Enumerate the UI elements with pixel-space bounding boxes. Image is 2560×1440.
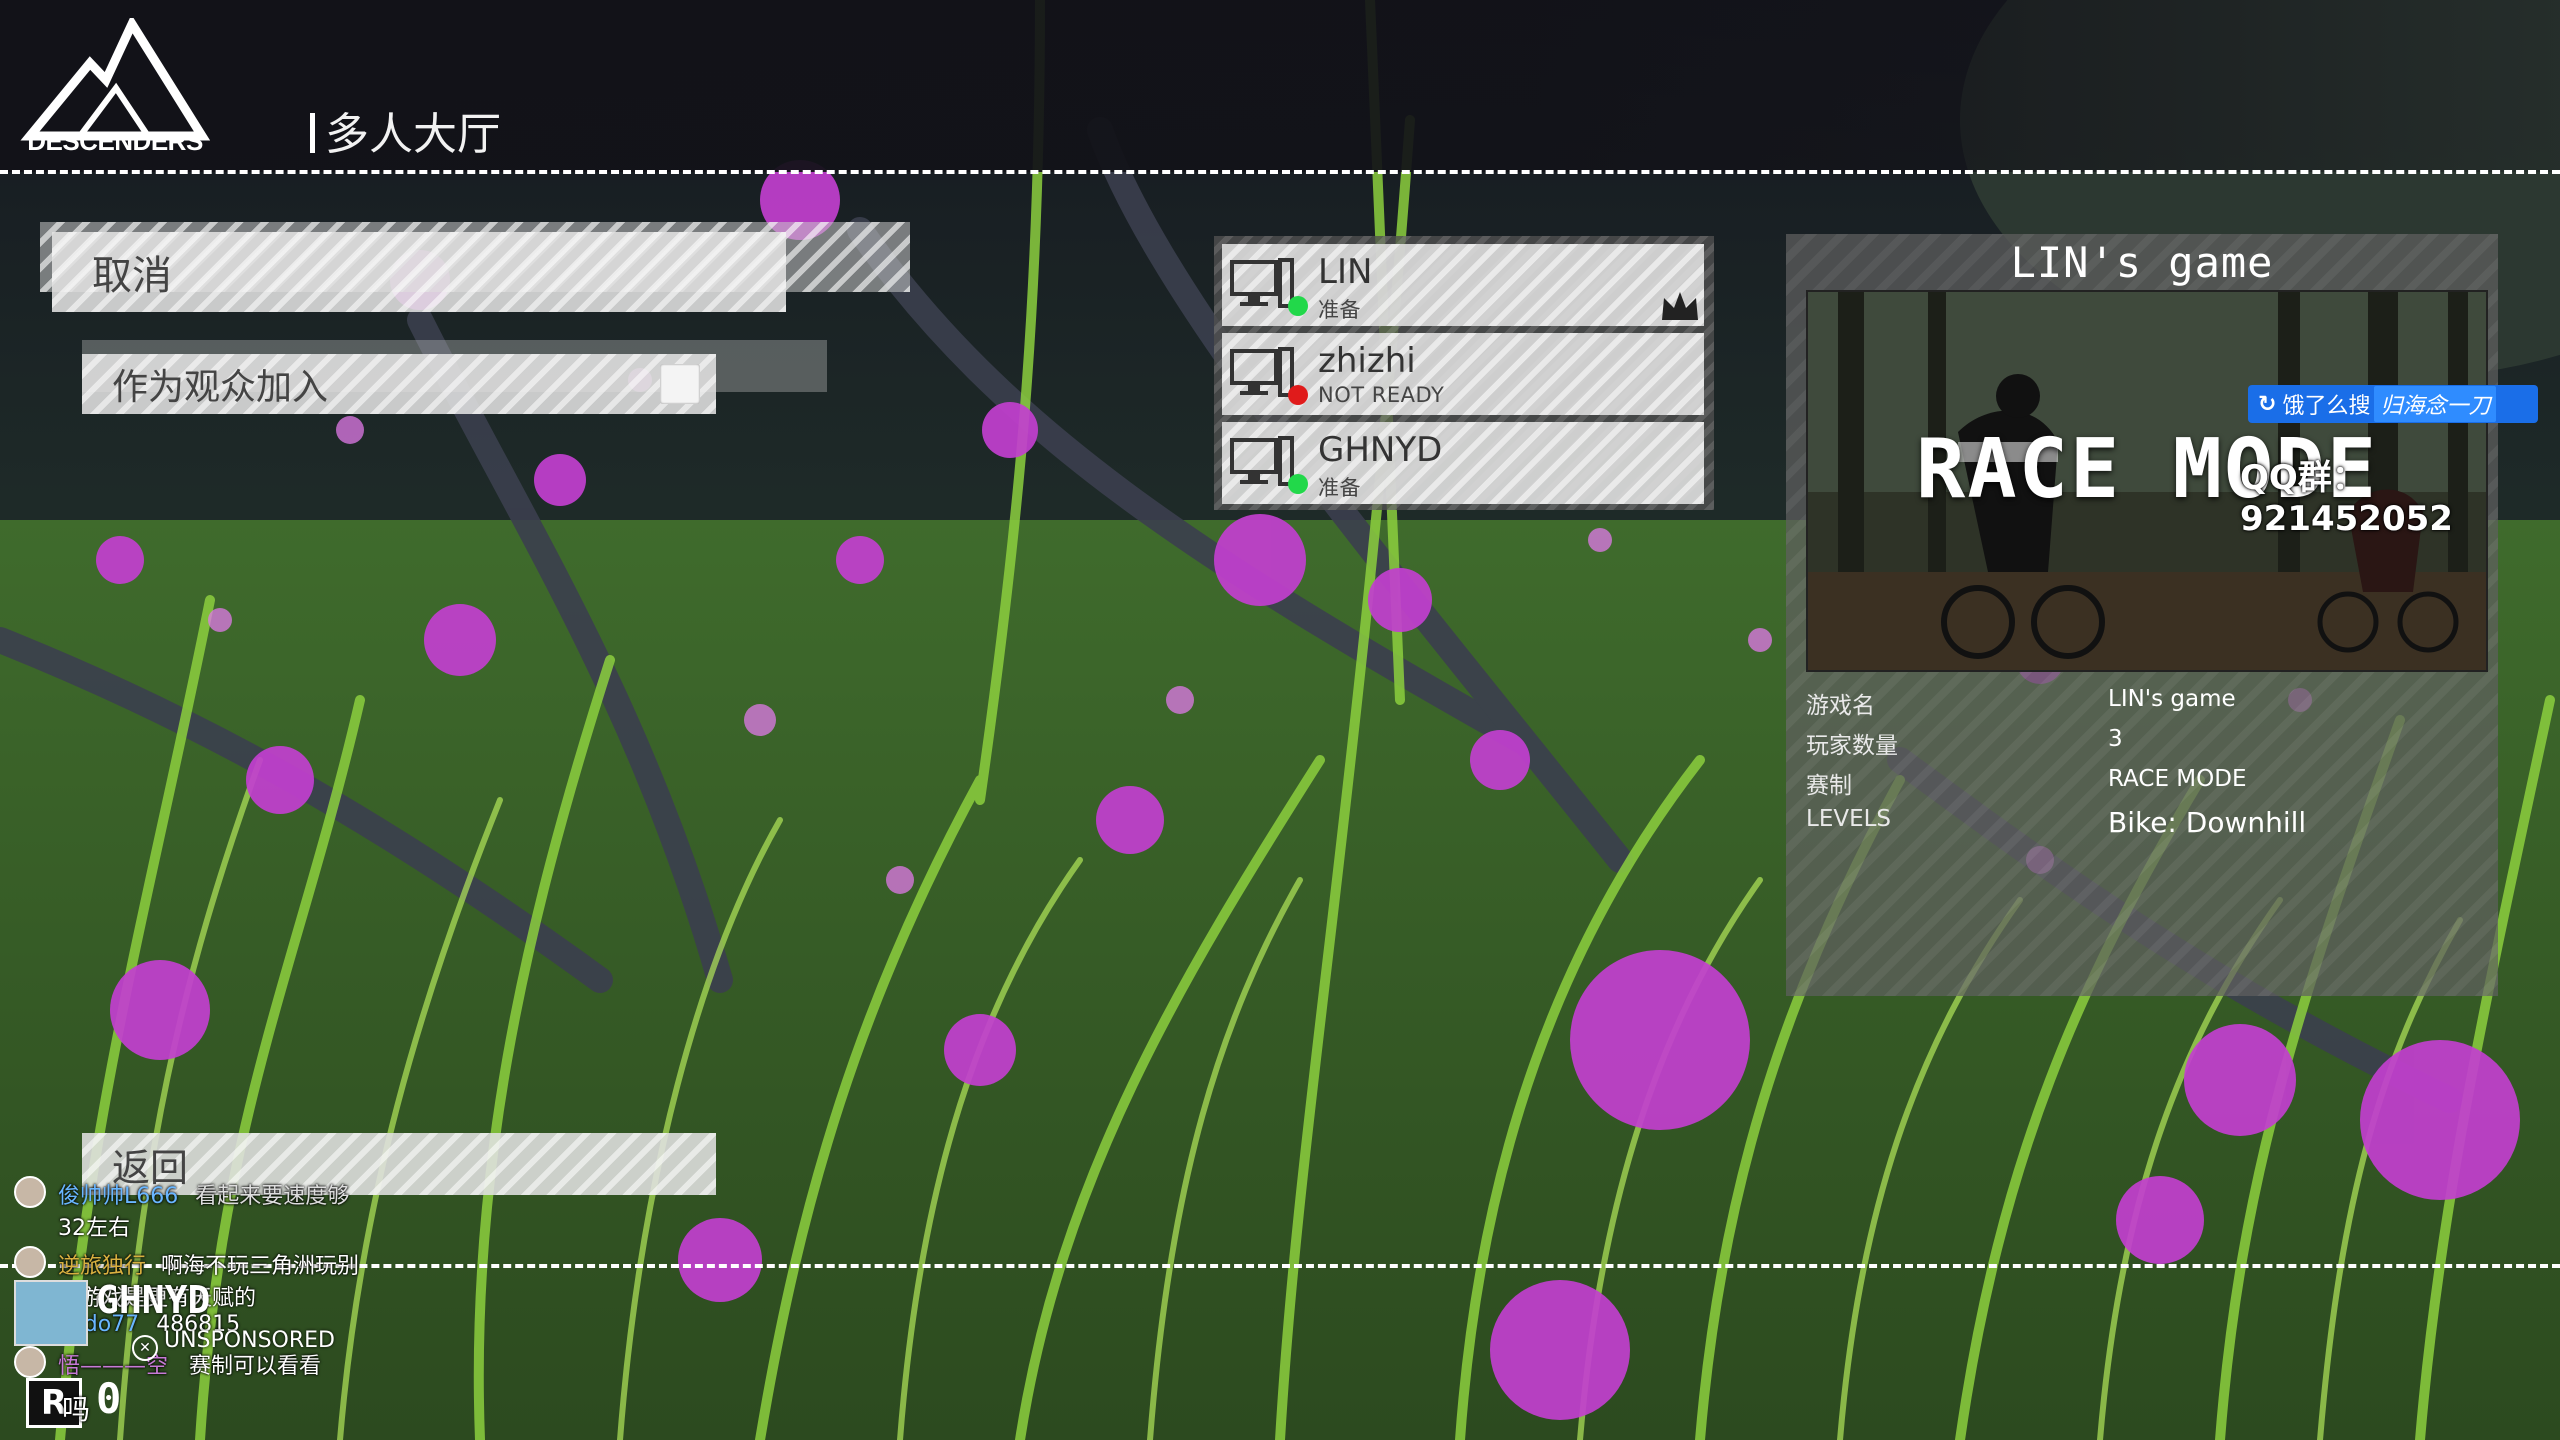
computer-icon [1230, 347, 1294, 397]
computer-icon [1230, 258, 1294, 308]
info-value: Bike: Downhill [2108, 806, 2307, 839]
info-value: 3 [2108, 726, 2123, 752]
qq-group-overlay: QQ群：921452052 [2240, 458, 2453, 539]
ready-status-dot [1288, 296, 1308, 316]
avatar [14, 1346, 46, 1378]
player-name: GHNYD [1318, 430, 1443, 470]
refresh-icon: ↻ [2258, 391, 2277, 417]
info-row-player-count: 玩家数量 [1806, 726, 1898, 760]
logo-text: DESCENDERS [27, 126, 203, 156]
not-ready-status-dot [1288, 385, 1308, 405]
spectator-label: 作为观众加入 [112, 367, 329, 408]
info-label: 玩家数量 [1806, 733, 1898, 759]
cancel-button-label: 取消 [92, 253, 172, 299]
sponsor-status: ✕ UNSPONSORED [132, 1328, 335, 1361]
player-row-host[interactable]: LIN 准备 [1222, 244, 1704, 326]
chat-user: 逆旅独行 [58, 1254, 147, 1279]
player-status: 准备 [1318, 298, 1361, 322]
score-value: 0 [96, 1374, 122, 1423]
sponsor-ad-badge: ↻ 饿了么搜 归海念一刀 [2248, 385, 2538, 423]
rank-suffix: 吗 [62, 1393, 91, 1426]
spectator-checkbox[interactable] [660, 364, 700, 404]
player-status: NOT READY [1318, 383, 1445, 407]
info-value: LIN's game [2108, 686, 2236, 712]
avatar [14, 1176, 46, 1208]
xbox-icon: ✕ [132, 1335, 158, 1361]
info-row-levels: LEVELS [1806, 806, 1891, 832]
avatar [14, 1246, 46, 1278]
info-row-game-mode: 赛制 [1806, 766, 1852, 800]
host-crown-icon [1662, 292, 1698, 320]
ad-highlight: 归海念一刀 [2374, 386, 2497, 422]
computer-icon [1230, 436, 1294, 486]
cancel-button[interactable]: 取消 [52, 232, 786, 312]
page-title: 多人大厅 [310, 98, 501, 162]
player-profile-name: GHNYD [96, 1278, 211, 1322]
ready-status-dot [1288, 474, 1308, 494]
chat-message: 逆旅独行 啊海不玩三角洲玩别 [58, 1248, 359, 1280]
player-name: zhizhi [1318, 341, 1416, 381]
chat-text: 啊海不玩三角洲玩别 [161, 1254, 360, 1279]
chat-user: 俊帅帅L666 [58, 1184, 179, 1209]
chat-text: 32左右 [58, 1216, 130, 1241]
chat-message: 俊帅帅L666 看起来要速度够 [58, 1178, 349, 1210]
chat-text: 看起来要速度够 [195, 1184, 350, 1209]
player-avatar [14, 1280, 88, 1346]
info-label: 赛制 [1806, 773, 1852, 799]
chat-message: 32左右 [58, 1210, 130, 1242]
ad-prefix: 饿了么搜 [2282, 394, 2371, 419]
player-row[interactable]: GHNYD 准备 [1222, 422, 1704, 504]
player-row[interactable]: zhizhi NOT READY [1222, 333, 1704, 415]
player-name: LIN [1318, 252, 1373, 292]
page-title-text: 多人大厅 [325, 109, 501, 160]
info-row-game-name: 游戏名 [1806, 686, 1875, 720]
info-label: LEVELS [1806, 806, 1892, 832]
footer-divider [0, 1264, 2560, 1268]
game-title: LIN's game [2010, 238, 2274, 287]
info-value: RACE MODE [2108, 766, 2247, 792]
sponsor-label: UNSPONSORED [164, 1328, 335, 1353]
player-status: 准备 [1318, 476, 1361, 500]
info-label: 游戏名 [1806, 693, 1875, 719]
join-as-spectator-toggle[interactable]: 作为观众加入 [82, 354, 716, 414]
header-divider [0, 170, 2560, 174]
